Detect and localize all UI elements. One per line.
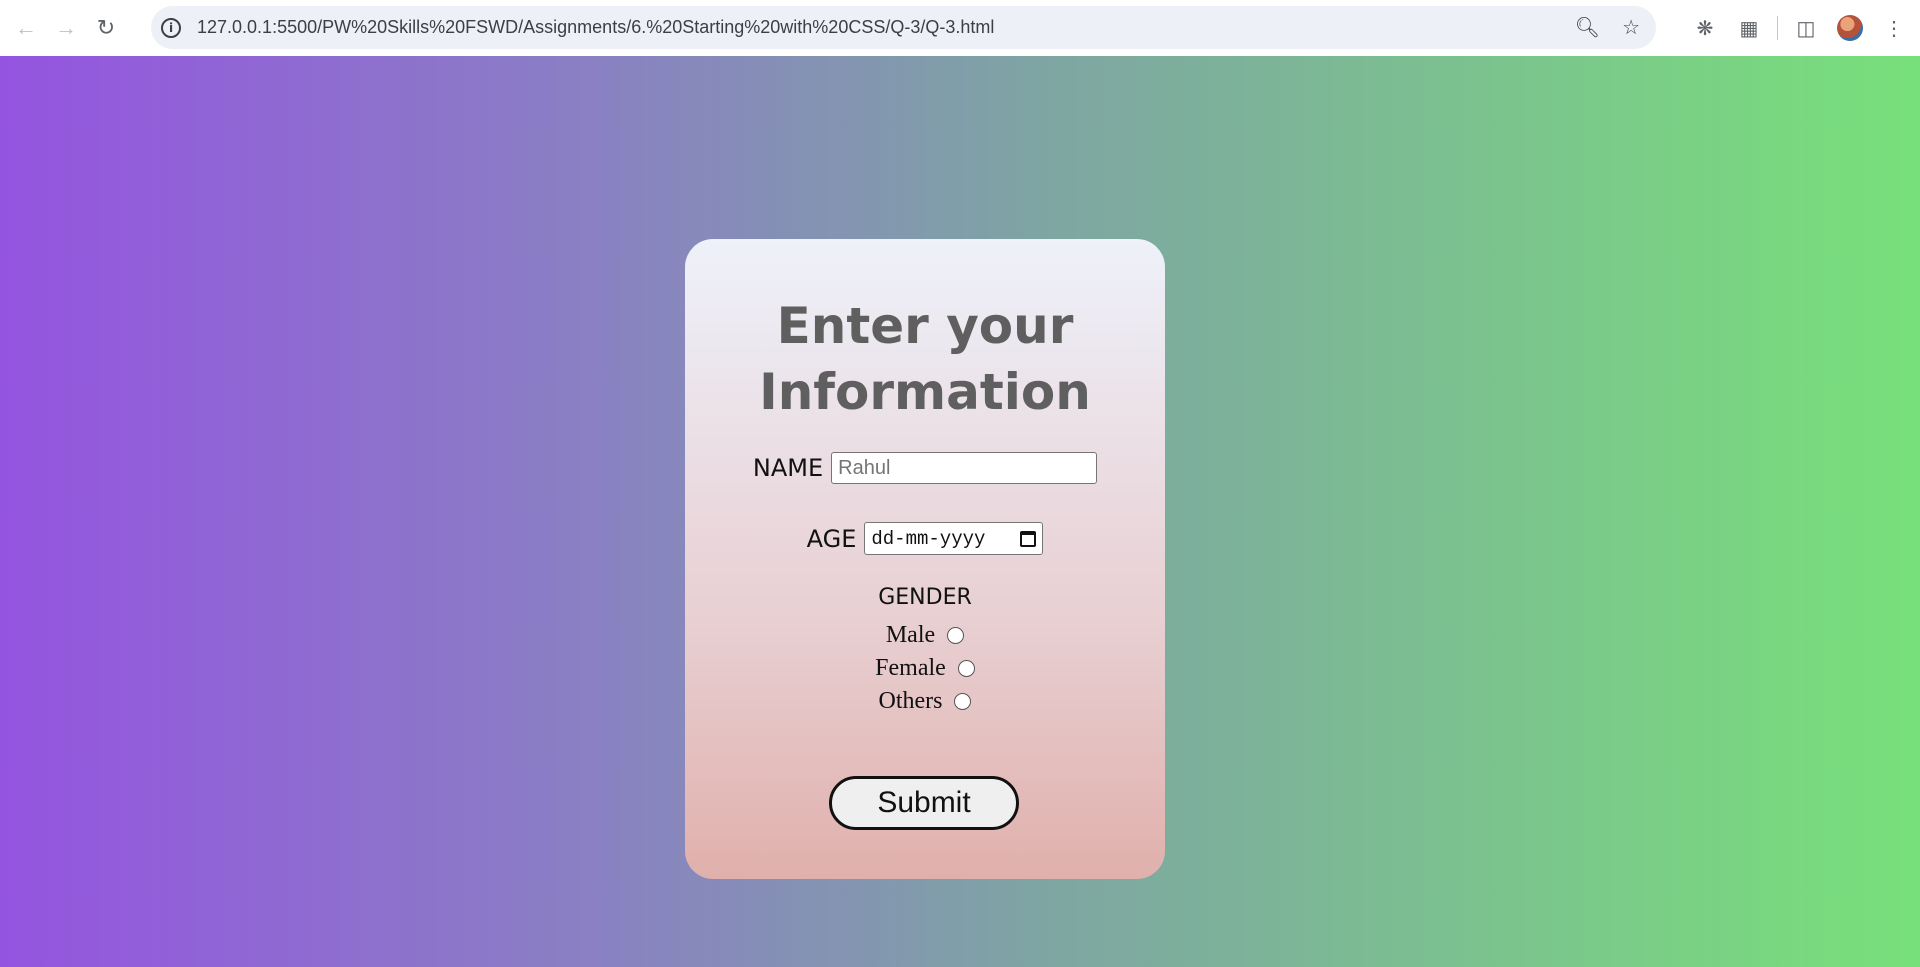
gender-option-label: Female <box>875 655 946 681</box>
gender-others-radio[interactable] <box>954 693 972 710</box>
name-row: NAME <box>685 452 1165 484</box>
form-title-line2: Information <box>759 363 1091 421</box>
form-title: Enter your Information <box>685 293 1165 425</box>
gender-option-label: Male <box>885 622 936 648</box>
extensions-icon[interactable]: ▦ <box>1727 6 1771 50</box>
gender-option-female: Female <box>685 655 1165 682</box>
info-form-card: Enter your Information NAME AGE dd-mm-yy… <box>685 239 1165 879</box>
back-icon[interactable]: ← <box>6 8 46 48</box>
gender-option-label: Others <box>878 688 943 714</box>
page-background: Enter your Information NAME AGE dd-mm-yy… <box>0 56 1920 967</box>
gender-option-others: Others <box>685 688 1165 715</box>
date-placeholder: dd-mm-yyyy <box>871 527 986 550</box>
url-text[interactable]: 127.0.0.1:5500/PW%20Skills%20FSWD/Assign… <box>197 17 994 38</box>
name-input[interactable] <box>831 452 1098 484</box>
gender-male-radio[interactable] <box>947 627 965 644</box>
submit-button[interactable]: Submit <box>829 776 1019 830</box>
age-date-input[interactable]: dd-mm-yyyy <box>864 522 1044 555</box>
bug-extension-icon[interactable]: ❋ <box>1683 6 1727 50</box>
age-row: AGE dd-mm-yyyy <box>685 522 1165 555</box>
more-menu-icon[interactable]: ⋮ <box>1872 6 1916 50</box>
gender-option-male: Male <box>685 622 1165 649</box>
calendar-icon[interactable] <box>1020 530 1037 547</box>
toolbar-divider <box>1777 16 1778 40</box>
browser-toolbar: ← → ↻ i 127.0.0.1:5500/PW%20Skills%20FSW… <box>0 0 1920 56</box>
site-info-icon[interactable]: i <box>161 17 181 38</box>
forward-icon[interactable]: → <box>46 8 86 48</box>
gender-label: GENDER <box>878 585 972 610</box>
profile-avatar[interactable] <box>1828 6 1872 50</box>
zoom-icon[interactable]: 🔍︎ <box>1575 15 1600 40</box>
gender-female-radio[interactable] <box>957 660 975 677</box>
side-panel-icon[interactable]: ◫ <box>1784 6 1828 50</box>
form-title-line1: Enter your <box>776 297 1074 355</box>
age-label: AGE <box>806 524 857 553</box>
bookmark-star-icon[interactable]: ☆ <box>1622 15 1640 40</box>
address-bar[interactable]: i 127.0.0.1:5500/PW%20Skills%20FSWD/Assi… <box>151 6 1656 49</box>
reload-icon[interactable]: ↻ <box>86 8 126 48</box>
name-label: NAME <box>752 454 824 482</box>
